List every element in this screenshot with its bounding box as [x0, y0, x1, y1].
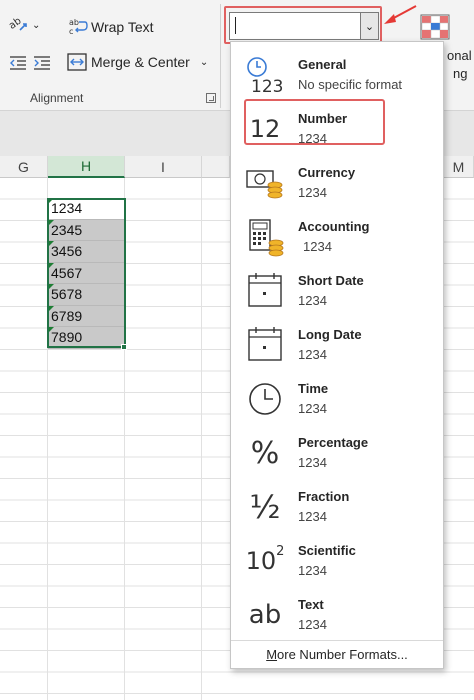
format-title: Currency — [298, 165, 356, 180]
selection-border — [47, 198, 126, 348]
format-title: Long Date — [298, 327, 362, 342]
more-formats-accelerator: M — [266, 647, 278, 662]
wrap-text-icon: ab c — [69, 18, 88, 36]
format-item-currency[interactable]: Currency 1234 — [231, 155, 443, 209]
text-glyph: ab — [248, 600, 282, 630]
format-sample: 1234 — [298, 293, 327, 308]
format-title: Text — [298, 597, 324, 612]
merge-center-label: Merge & Center — [91, 54, 190, 70]
dialog-launcher-icon[interactable] — [206, 93, 216, 103]
clock-icon — [245, 379, 285, 419]
format-title: Fraction — [298, 489, 350, 504]
column-header-h[interactable]: H — [48, 156, 125, 178]
column-header-blank[interactable] — [202, 156, 230, 178]
fill-handle[interactable] — [121, 344, 127, 350]
chevron-down-icon: ⌄ — [32, 19, 41, 31]
svg-text:ab: ab — [69, 18, 79, 27]
more-number-formats-link[interactable]: More Number Formats... — [231, 640, 443, 668]
format-sample: No specific format — [298, 77, 403, 92]
increase-indent-button[interactable] — [33, 55, 51, 71]
format-item-fraction[interactable]: ½ Fraction 1234 — [231, 479, 443, 533]
red-arrow-icon — [384, 5, 417, 24]
clock-123-icon: 123 — [245, 55, 285, 95]
accounting-icon — [245, 217, 285, 257]
decrease-indent-icon — [10, 56, 26, 70]
format-title: General — [298, 57, 347, 72]
format-item-scientific[interactable]: 10 2 Scientific 1234 — [231, 533, 443, 587]
wrap-text-label: Wrap Text — [91, 19, 154, 35]
format-title: Short Date — [298, 273, 364, 288]
currency-icon — [245, 163, 285, 203]
scientific-exponent-glyph: 2 — [276, 543, 285, 559]
orientation-button[interactable]: ab ⌄ — [8, 16, 40, 34]
number-item-highlight — [244, 99, 385, 145]
conditional-formatting-icon[interactable] — [420, 14, 450, 40]
scientific-base-glyph: 10 — [245, 547, 277, 575]
svg-text:123: 123 — [251, 77, 283, 95]
column-header-i[interactable]: I — [125, 156, 202, 178]
format-item-time[interactable]: Time 1234 — [231, 371, 443, 425]
column-header-m[interactable]: M — [444, 156, 474, 178]
format-sample: 1234 — [298, 563, 327, 578]
fraction-glyph: ½ — [249, 488, 281, 526]
format-sample: 1234 — [298, 401, 327, 416]
scientific-icon: 10 2 — [245, 541, 285, 581]
calendar-icon — [245, 325, 285, 365]
format-item-short-date[interactable]: Short Date 1234 — [231, 263, 443, 317]
conditional-formatting-label-1: onal — [447, 48, 472, 63]
format-sample: 1234 — [298, 185, 327, 200]
percent-glyph: % — [250, 435, 280, 471]
format-sample: 1234 — [298, 509, 327, 524]
fraction-icon: ½ — [245, 487, 285, 527]
format-item-general[interactable]: 123 General No specific format — [231, 47, 443, 101]
wrap-text-button[interactable]: ab c Wrap Text — [68, 17, 154, 37]
more-formats-label: ore Number Formats... — [277, 647, 408, 662]
format-box-highlight — [224, 6, 382, 44]
format-title: Time — [298, 381, 329, 396]
format-sample: 1234 — [298, 617, 327, 632]
percent-icon: % — [245, 433, 285, 473]
format-sample: 1234 — [303, 239, 332, 254]
group-divider — [220, 4, 221, 108]
calendar-icon — [245, 271, 285, 311]
chevron-down-icon[interactable]: ⌄ — [200, 57, 208, 68]
format-sample: 1234 — [298, 455, 327, 470]
increase-indent-icon — [34, 56, 50, 70]
format-item-accounting[interactable]: Accounting 1234 — [231, 209, 443, 263]
format-title: Percentage — [298, 435, 369, 450]
decrease-indent-button[interactable] — [9, 55, 27, 71]
alignment-group-label: Alignment — [30, 91, 84, 105]
column-header-g[interactable]: G — [0, 156, 48, 178]
format-item-text[interactable]: ab Text 1234 — [231, 587, 443, 641]
text-ab-icon: ab — [245, 595, 285, 635]
format-sample: 1234 — [298, 347, 327, 362]
format-title: Scientific — [298, 543, 356, 558]
svg-text:c: c — [69, 27, 73, 36]
format-item-percentage[interactable]: % Percentage 1234 — [231, 425, 443, 479]
merge-center-button[interactable]: Merge & Center ⌄ — [67, 53, 208, 71]
format-title: Accounting — [298, 219, 370, 234]
conditional-formatting-label-2: ng — [453, 66, 468, 81]
orientation-icon: ab — [8, 16, 27, 32]
format-item-long-date[interactable]: Long Date 1234 — [231, 317, 443, 371]
merge-center-icon — [67, 53, 87, 71]
excel-window: ab ⌄ ab c Wrap Text Merge & Center ⌄ Ali… — [0, 0, 474, 700]
